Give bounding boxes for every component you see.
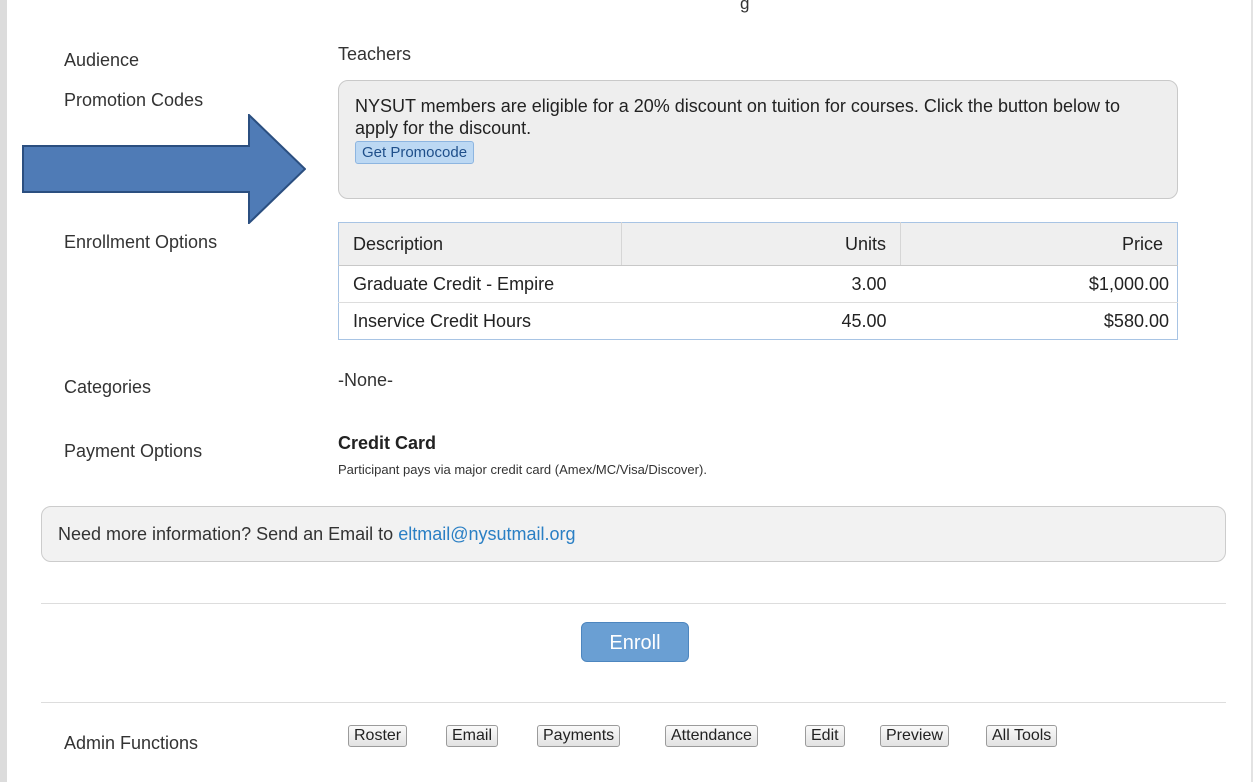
- categories-value: -None-: [338, 370, 394, 390]
- page-left-border: [0, 0, 7, 782]
- admin-functions-label: Admin Functions: [64, 733, 199, 753]
- all-tools-button[interactable]: All Tools: [986, 725, 1058, 747]
- get-promocode-button[interactable]: Get Promocode: [355, 141, 475, 164]
- row-price: $1,000.00: [900, 265, 1178, 303]
- column-header-units: Units: [621, 222, 901, 266]
- promotion-codes-label: Promotion Codes: [64, 90, 204, 110]
- categories-label: Categories: [64, 377, 152, 397]
- payments-button[interactable]: Payments: [537, 725, 621, 747]
- cut-off-text: g: [740, 0, 750, 13]
- table-row: Inservice Credit Hours 45.00 $580.00: [339, 303, 1178, 340]
- column-header-price: Price: [900, 222, 1178, 266]
- row-price: $580.00: [1103, 310, 1169, 331]
- more-info-box: Need more information? Send an Email to …: [41, 506, 1226, 562]
- email-button[interactable]: Email: [446, 725, 499, 747]
- divider: [41, 702, 1226, 703]
- attendance-button[interactable]: Attendance: [665, 725, 758, 747]
- more-info-text: Need more information? Send an Email to: [58, 524, 399, 544]
- column-header-description: Description: [338, 222, 622, 266]
- callout-arrow: [22, 114, 306, 224]
- payment-options-label: Payment Options: [64, 441, 203, 461]
- audience-value: Teachers: [338, 44, 412, 64]
- roster-button[interactable]: Roster: [348, 725, 408, 747]
- row-description: Graduate Credit - Empire: [338, 265, 622, 303]
- divider: [41, 603, 1226, 604]
- table-header-row: Description Units Price: [338, 222, 1178, 266]
- promotion-box: NYSUT members are eligible for a 20% dis…: [338, 80, 1178, 199]
- enrollment-options-label: Enrollment Options: [64, 232, 218, 252]
- payment-method-description: Participant pays via major credit card (…: [338, 462, 707, 477]
- row-description: Inservice Credit Hours: [353, 310, 532, 331]
- edit-button[interactable]: Edit: [805, 725, 845, 747]
- enrollment-options-table: Description Units Price Graduate Credit …: [338, 222, 1178, 340]
- payment-method-title: Credit Card: [338, 433, 437, 453]
- audience-label: Audience: [64, 50, 140, 70]
- table-row: Graduate Credit - Empire 3.00 $1,000.00: [338, 265, 1178, 303]
- row-units: 45.00: [841, 310, 887, 331]
- enroll-button[interactable]: Enroll: [581, 622, 689, 662]
- promotion-message: NYSUT members are eligible for a 20% dis…: [355, 96, 1121, 138]
- row-units: 3.00: [621, 265, 901, 303]
- email-link[interactable]: eltmail@nysutmail.org: [398, 524, 575, 544]
- preview-button[interactable]: Preview: [880, 725, 949, 747]
